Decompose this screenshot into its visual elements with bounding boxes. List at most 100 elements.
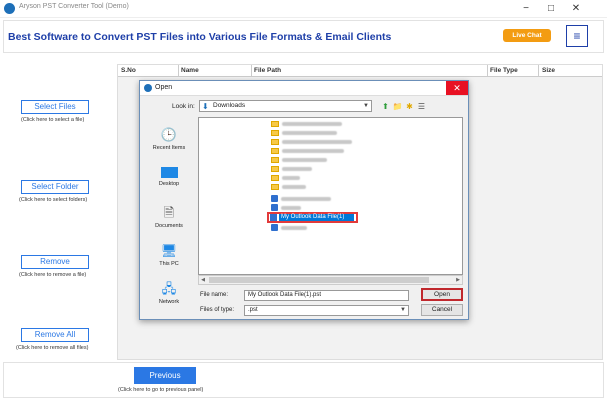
blurred-name	[282, 131, 337, 136]
new-folder-icon[interactable]: ✱	[404, 101, 415, 112]
live-chat-button[interactable]: Live Chat	[503, 29, 551, 42]
place-label: Documents	[155, 223, 183, 229]
remove-button[interactable]: Remove	[21, 255, 89, 269]
select-files-button[interactable]: Select Files	[21, 100, 89, 114]
app-header: Best Software to Convert PST Files into …	[3, 20, 604, 53]
window-title: Aryson PST Converter Tool (Demo)	[19, 3, 129, 10]
folder-icon	[271, 139, 279, 146]
scroll-thumb[interactable]	[209, 277, 429, 283]
select-folder-hint: (Click here to select folders)	[19, 197, 88, 203]
previous-button[interactable]: Previous	[134, 367, 196, 384]
minimize-button[interactable]: −	[515, 1, 537, 16]
look-in-label: Look in:	[172, 103, 195, 110]
blurred-name	[282, 122, 342, 127]
cancel-button[interactable]: Cancel	[421, 304, 463, 316]
folder-icon	[271, 166, 279, 173]
place-recent-items[interactable]: 🕒 Recent Items	[144, 125, 194, 163]
column-name[interactable]: Name	[181, 67, 199, 74]
window-titlebar: Aryson PST Converter Tool (Demo) − □ ✕	[0, 0, 607, 18]
dialog-close-button[interactable]: ✕	[446, 81, 468, 95]
list-item[interactable]	[271, 130, 337, 139]
place-this-pc[interactable]: 🖥 This PC	[144, 241, 194, 279]
blurred-name	[282, 185, 306, 190]
pst-file-icon	[271, 224, 278, 231]
blurred-name	[282, 158, 327, 163]
column-sno[interactable]: S.No	[121, 67, 136, 74]
up-folder-icon[interactable]: 📁	[392, 101, 403, 112]
blurred-name	[281, 225, 307, 230]
list-item[interactable]	[271, 224, 307, 233]
open-file-dialog: Open ✕ Look in: ⬇ Downloads ▼ ⬆ 📁 ✱ ☰ 🕒 …	[139, 80, 469, 320]
download-folder-icon: ⬇	[202, 102, 209, 111]
chevron-down-icon: ▼	[400, 307, 406, 313]
file-type-value: .pst	[248, 307, 258, 313]
dialog-title: Open	[155, 84, 173, 91]
remove-all-button[interactable]: Remove All	[21, 328, 89, 342]
place-label: Desktop	[158, 181, 180, 187]
list-item[interactable]	[271, 184, 306, 193]
selected-file-name: My Outlook Data File(1)	[279, 214, 354, 221]
open-button[interactable]: Open	[421, 288, 463, 301]
select-files-hint: (Click here to select a file)	[21, 117, 85, 123]
column-file-type[interactable]: File Type	[490, 67, 518, 74]
file-name-input[interactable]: My Outlook Data File(1).pst	[244, 290, 409, 301]
list-item[interactable]	[271, 148, 344, 157]
file-list-pane[interactable]: My Outlook Data File(1)	[198, 117, 463, 275]
select-folder-button[interactable]: Select Folder	[21, 180, 89, 194]
column-divider	[251, 65, 252, 77]
column-divider	[487, 65, 488, 77]
blurred-name	[282, 167, 312, 172]
file-type-dropdown[interactable]: .pst ▼	[244, 305, 409, 316]
maximize-button[interactable]: □	[540, 1, 562, 16]
column-file-path[interactable]: File Path	[254, 67, 281, 74]
list-item[interactable]	[271, 121, 342, 130]
place-documents[interactable]: 🗎 Documents	[144, 203, 194, 241]
folder-icon	[271, 130, 279, 137]
pst-file-icon	[271, 195, 278, 202]
view-menu-icon[interactable]: ☰	[416, 101, 427, 112]
selected-file-item[interactable]: My Outlook Data File(1)	[267, 212, 358, 223]
list-item[interactable]	[271, 195, 331, 204]
blurred-name	[281, 205, 301, 210]
app-logo-icon	[144, 84, 152, 92]
look-in-dropdown[interactable]: ⬇ Downloads ▼	[199, 100, 372, 112]
place-label: Recent Items	[152, 145, 186, 151]
look-in-value: Downloads	[213, 102, 246, 109]
place-label: Network	[158, 299, 180, 305]
file-name-label: File name:	[200, 292, 229, 298]
list-item[interactable]	[271, 139, 352, 148]
place-label: This PC	[159, 261, 179, 267]
folder-icon	[271, 148, 279, 155]
column-divider	[178, 65, 179, 77]
pst-file-icon	[271, 204, 278, 211]
previous-hint: (Click here to go to previous panel)	[118, 387, 204, 393]
dialog-titlebar: Open ✕	[140, 81, 468, 96]
folder-icon	[271, 184, 279, 191]
scroll-left-icon[interactable]: ◀	[199, 276, 207, 284]
header-title: Best Software to Convert PST Files into …	[8, 31, 392, 43]
scroll-right-icon[interactable]: ▶	[454, 276, 462, 284]
blurred-name	[282, 149, 344, 154]
list-item[interactable]	[271, 166, 312, 175]
menu-button[interactable]: ≡	[566, 25, 588, 47]
horizontal-scrollbar[interactable]: ◀ ▶	[198, 275, 463, 285]
blurred-name	[282, 140, 352, 145]
list-item[interactable]	[271, 175, 300, 184]
close-window-button[interactable]: ✕	[565, 1, 587, 16]
recent-items-icon: 🕒	[160, 127, 178, 142]
computer-icon: 🖥	[160, 243, 178, 258]
network-icon: 🖧	[161, 281, 177, 296]
list-item[interactable]	[271, 157, 327, 166]
back-icon[interactable]: ⬆	[380, 101, 391, 112]
place-desktop[interactable]: Desktop	[144, 163, 194, 201]
folder-icon	[271, 175, 279, 182]
column-size[interactable]: Size	[542, 67, 555, 74]
footer-bar	[3, 362, 604, 398]
folder-icon	[271, 121, 279, 128]
desktop-icon	[160, 167, 178, 178]
column-divider	[538, 65, 539, 77]
app-logo-icon	[4, 3, 15, 14]
remove-hint: (Click here to remove a file)	[19, 272, 87, 278]
chevron-down-icon: ▼	[363, 103, 369, 109]
place-network[interactable]: 🖧 Network	[144, 279, 194, 317]
